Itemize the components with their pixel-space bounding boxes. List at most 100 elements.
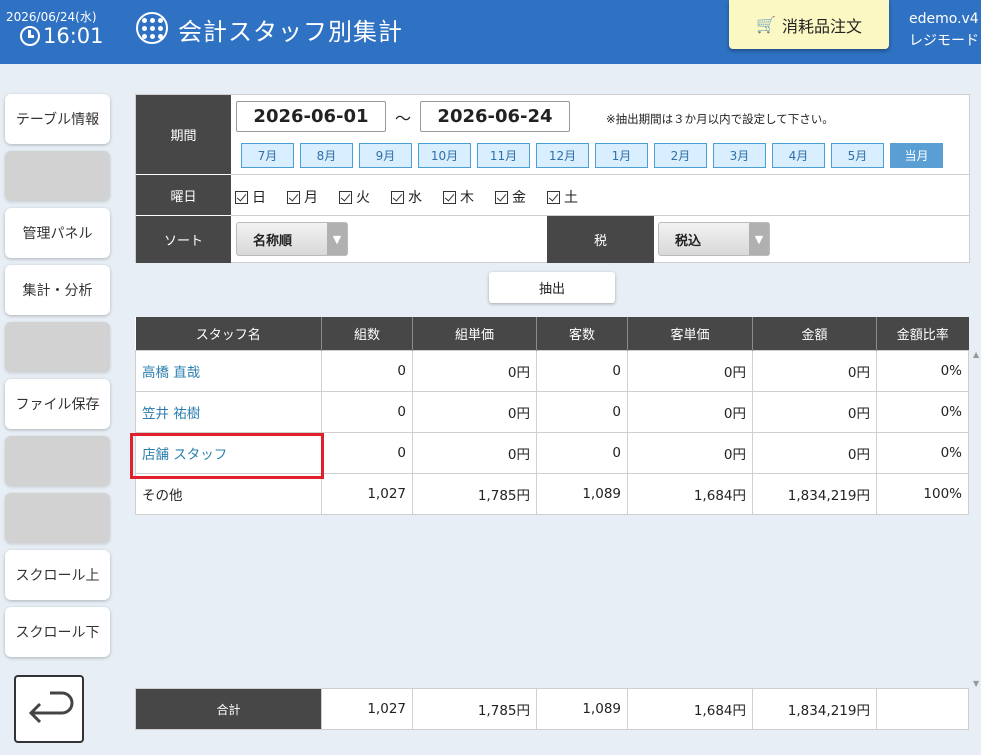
- checkbox-checked-icon: [287, 190, 300, 204]
- weekday-checkbox-fri[interactable]: 金: [495, 187, 526, 207]
- table-cell: 1,089: [536, 472, 628, 515]
- scroll-up-arrow-icon[interactable]: ▲: [973, 350, 979, 359]
- table-cell: 0円: [412, 431, 537, 474]
- table-cell: 0: [536, 349, 628, 392]
- table-cell: 0%: [876, 431, 969, 474]
- tax-select-value: 税込: [675, 233, 702, 249]
- tax-select[interactable]: 税込 ▼: [658, 222, 770, 256]
- table-row: その他 1,027 1,785円 1,089 1,684円 1,834,219円…: [135, 472, 969, 515]
- totals-row: 合計 1,027 1,785円 1,089 1,684円 1,834,219円: [135, 688, 969, 730]
- month-button[interactable]: 12月: [536, 143, 589, 168]
- scroll-up-button[interactable]: スクロール上: [5, 550, 110, 600]
- column-header: スタッフ名: [135, 317, 322, 350]
- table-cell: [876, 688, 969, 730]
- table-cell: 0%: [876, 390, 969, 433]
- filter-panel: 期間 曜日 ソート 2026-06-01 ～ 2026-06-24 ※抽出期間は…: [135, 94, 970, 263]
- chevron-down-icon: ▼: [327, 223, 347, 255]
- scrollbar[interactable]: ▲ ▼: [972, 350, 981, 688]
- table-cell: 0円: [627, 349, 753, 392]
- sidebar-item-disabled: [5, 322, 110, 372]
- header-date: 2026/06/24(水): [6, 10, 97, 24]
- staff-name-link[interactable]: 高橋 直哉: [135, 349, 322, 392]
- current-month-button[interactable]: 当月: [890, 143, 943, 168]
- user-account: edemo.v4: [909, 11, 979, 27]
- table-header-row: スタッフ名 組数 組単価 客数 客単価 金額 金額比率: [135, 317, 969, 350]
- weekday-checkbox-thu[interactable]: 木: [443, 187, 474, 207]
- weekday-checkbox-tue[interactable]: 火: [339, 187, 370, 207]
- table-cell: 1,027: [321, 472, 413, 515]
- extract-button[interactable]: 抽出: [489, 272, 615, 303]
- end-date-input[interactable]: 2026-06-24: [420, 101, 570, 132]
- column-header: 客単価: [627, 317, 753, 350]
- page-title: 会計スタッフ別集計: [178, 18, 403, 46]
- app-menu-icon[interactable]: [136, 12, 168, 44]
- sidebar-item-disabled: [5, 493, 110, 543]
- sidebar-item-table-info[interactable]: テーブル情報: [5, 94, 110, 144]
- sidebar-item-disabled: [5, 151, 110, 201]
- table-cell: 0円: [412, 390, 537, 433]
- weekday-checkbox-mon[interactable]: 月: [287, 187, 318, 207]
- sort-select[interactable]: 名称順 ▼: [236, 222, 348, 256]
- period-note: ※抽出期間は３か月以内で設定して下さい。: [606, 112, 834, 126]
- app-header: 2026/06/24(水) 16:01 会計スタッフ別集計 🛒 消耗品注文 ed…: [0, 0, 981, 64]
- month-button[interactable]: 1月: [595, 143, 648, 168]
- staff-name-link[interactable]: 笠井 祐樹: [135, 390, 322, 433]
- cart-icon: 🛒: [756, 15, 776, 34]
- checkbox-checked-icon: [443, 190, 456, 204]
- table-cell: 0: [321, 349, 413, 392]
- table-cell: 1,834,219円: [752, 688, 877, 730]
- month-button[interactable]: 4月: [772, 143, 825, 168]
- table-cell: 1,027: [321, 688, 413, 730]
- column-header: 組単価: [412, 317, 537, 350]
- month-button[interactable]: 9月: [359, 143, 412, 168]
- table-cell: 1,785円: [412, 472, 537, 515]
- weekday-checkbox-sat[interactable]: 土: [547, 187, 578, 207]
- month-button[interactable]: 8月: [300, 143, 353, 168]
- scroll-down-button[interactable]: スクロール下: [5, 607, 110, 657]
- month-button[interactable]: 10月: [418, 143, 471, 168]
- back-button[interactable]: [14, 675, 84, 743]
- staff-name-link[interactable]: 店舗 スタッフ: [135, 431, 322, 474]
- start-date-input[interactable]: 2026-06-01: [236, 101, 386, 132]
- table-cell: 0円: [752, 390, 877, 433]
- table-row: 店舗 スタッフ 0 0円 0 0円 0円 0%: [135, 431, 969, 474]
- table-cell: 0: [536, 390, 628, 433]
- table-cell: 1,834,219円: [752, 472, 877, 515]
- checkbox-checked-icon: [235, 190, 248, 204]
- date-range-separator: ～: [395, 109, 412, 128]
- month-button[interactable]: 2月: [654, 143, 707, 168]
- table-cell: 1,089: [536, 688, 628, 730]
- table-cell: 0: [536, 431, 628, 474]
- user-info: edemo.v4 レジモード: [909, 8, 979, 52]
- table-cell: 0円: [752, 349, 877, 392]
- order-supplies-label: 消耗品注文: [781, 16, 862, 36]
- month-button[interactable]: 7月: [241, 143, 294, 168]
- weekday-checkbox-wed[interactable]: 水: [391, 187, 422, 207]
- chevron-down-icon: ▼: [749, 223, 769, 255]
- sidebar-item-admin-panel[interactable]: 管理パネル: [5, 208, 110, 258]
- checkbox-checked-icon: [391, 190, 404, 204]
- staff-summary-table: スタッフ名 組数 組単価 客数 客単価 金額 金額比率 高橋 直哉 0 0円 0…: [135, 317, 969, 515]
- table-cell: 0円: [627, 390, 753, 433]
- sort-label: ソート: [136, 216, 231, 263]
- month-button[interactable]: 11月: [477, 143, 530, 168]
- column-header: 金額比率: [876, 317, 969, 350]
- scroll-down-arrow-icon[interactable]: ▼: [973, 679, 979, 688]
- tax-label: 税: [547, 216, 654, 263]
- checkbox-checked-icon: [339, 190, 352, 204]
- month-button[interactable]: 5月: [831, 143, 884, 168]
- table-cell: 1,684円: [627, 472, 753, 515]
- table-cell: 0円: [752, 431, 877, 474]
- period-label: 期間: [136, 95, 231, 174]
- table-cell: 0%: [876, 349, 969, 392]
- checkbox-checked-icon: [495, 190, 508, 204]
- sidebar-item-analytics[interactable]: 集計・分析: [5, 265, 110, 315]
- table-cell: 1,684円: [627, 688, 753, 730]
- sidebar-item-file-save[interactable]: ファイル保存: [5, 379, 110, 429]
- checkbox-checked-icon: [547, 190, 560, 204]
- month-button[interactable]: 3月: [713, 143, 766, 168]
- order-supplies-button[interactable]: 🛒 消耗品注文: [729, 0, 889, 49]
- weekday-checkbox-sun[interactable]: 日: [235, 187, 266, 207]
- column-header: 客数: [536, 317, 628, 350]
- column-header: 組数: [321, 317, 413, 350]
